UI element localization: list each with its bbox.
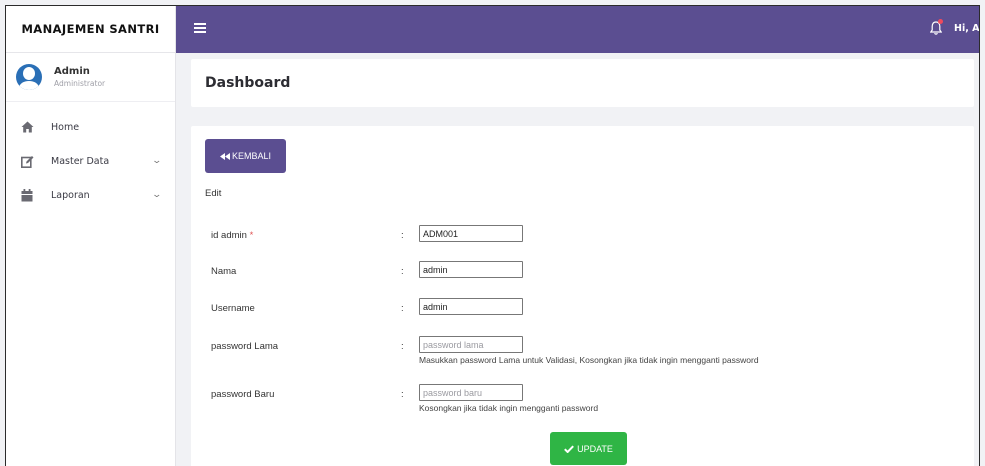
chevron-down-icon: ⌄ [151,156,163,166]
back-button[interactable]: KEMBALI [205,139,286,173]
sidebar-item-laporan[interactable]: Laporan ⌄ [6,178,175,212]
field-separator: : [401,303,404,314]
field-separator: : [401,266,404,277]
check-icon [564,445,574,453]
field-separator: : [401,230,404,241]
user-menu[interactable]: Hi, Admin ▾ [954,23,980,34]
password-lama-input[interactable] [419,336,523,353]
username-input[interactable] [419,298,523,315]
field-separator: : [401,389,404,400]
nama-input[interactable] [419,261,523,278]
update-button[interactable]: UPDATE [550,432,627,465]
user-role: Administrator [54,79,106,88]
field-separator: : [401,341,404,352]
field-label: id admin * [211,230,254,241]
avatar [16,64,42,90]
backward-icon [219,152,230,160]
sidebar-item-label: Laporan [51,189,90,201]
sidebar-item-home[interactable]: Home [6,110,175,144]
password-baru-input[interactable] [419,384,523,401]
top-navbar: Hi, Admin ▾ [176,6,980,53]
sidebar-nav: Home Master Data ⌄ Laporan ⌄ [6,102,175,212]
sidebar-item-master-data[interactable]: Master Data ⌄ [6,144,175,178]
field-label: password Baru [211,389,275,400]
greeting-text: Hi, Admin [954,23,980,34]
brand-title[interactable]: MANAJEMEN SANTRI [6,6,175,53]
chevron-down-icon: ⌄ [151,190,163,200]
hamburger-icon[interactable] [194,23,206,33]
sidebar-item-label: Master Data [51,155,110,167]
required-mark: * [249,230,254,241]
bell-icon[interactable] [929,19,943,36]
password-baru-help: Kosongkan jika tidak ingin mengganti pas… [419,403,599,413]
id-admin-input[interactable] [419,225,523,242]
sidebar: MANAJEMEN SANTRI Admin Administrator Hom… [6,6,176,466]
field-label: Nama [211,266,237,277]
user-panel: Admin Administrator [6,53,175,102]
form-heading: Edit [205,188,222,199]
field-label: password Lama [211,341,279,352]
edit-icon [20,154,34,168]
field-label: Username [211,303,255,314]
password-lama-help: Masukkan password Lama untuk Validasi, K… [419,355,759,365]
calendar-icon [20,188,34,202]
update-button-label: UPDATE [577,443,613,454]
page-title: Dashboard [205,75,291,91]
edit-form-card: KEMBALI Edit id admin * : Nama : Usernam… [191,126,974,466]
sidebar-item-label: Home [51,121,80,133]
notification-badge [938,19,943,24]
page-header: Dashboard [191,59,974,107]
user-name: Admin [54,66,90,77]
app-frame: MANAJEMEN SANTRI Admin Administrator Hom… [5,5,980,466]
back-button-label: KEMBALI [231,151,271,161]
home-icon [20,120,34,134]
